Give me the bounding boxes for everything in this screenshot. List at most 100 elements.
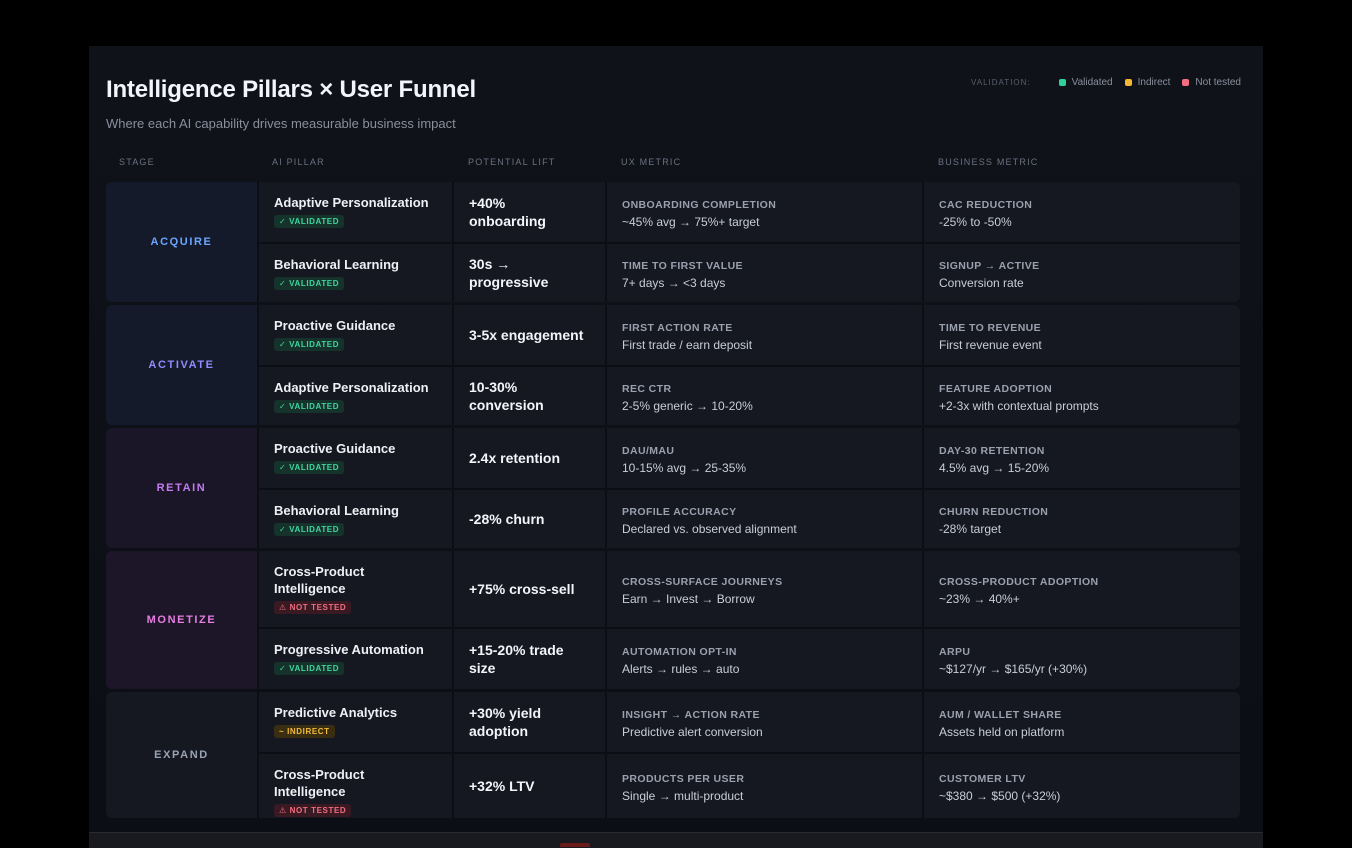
ux-metric-cell: ONBOARDING COMPLETION ~45% avg → 75%+ tar… bbox=[607, 182, 924, 242]
lift-cell: -28% churn bbox=[454, 490, 607, 548]
lift-cell: +32% LTV bbox=[454, 754, 607, 818]
table-row: Behavioral Learning ✓ VALIDATED -28% churn… bbox=[259, 490, 1240, 548]
ux-metric-cell: PRODUCTS PER USER Single → multi-product bbox=[607, 754, 924, 818]
stage-group-retain: RETAIN Proactive Guidance ✓ VALIDATED 2.4x … bbox=[106, 428, 1240, 548]
pillar-cell: Proactive Guidance ✓ VALIDATED bbox=[259, 428, 454, 488]
ux-metric-label: DAU/MAU bbox=[622, 445, 675, 457]
ux-metric-label: PROFILE ACCURACY bbox=[622, 506, 737, 518]
legend-text: Not tested bbox=[1195, 77, 1241, 88]
page-title: Intelligence Pillars × User Funnel bbox=[106, 76, 476, 103]
lift-cell: 10-30% conversion bbox=[454, 367, 607, 425]
not-tested-badge: ⚠ NOT TESTED bbox=[274, 601, 352, 614]
stage-group-monetize: MONETIZE Cross-Product Intelligence ⚠ NOT … bbox=[106, 551, 1240, 689]
potential-lift: +32% LTV bbox=[469, 778, 535, 794]
business-metric-cell: SIGNUP → ACTIVE Conversion rate bbox=[924, 244, 1240, 302]
table-row: Behavioral Learning ✓ VALIDATED 30s → prog… bbox=[259, 244, 1240, 302]
pillar-name: Progressive Automation bbox=[274, 642, 424, 657]
indirect-swatch-icon bbox=[1124, 79, 1132, 86]
lift-cell: 30s → progressive bbox=[454, 244, 607, 302]
ux-metric-value: Earn → Invest → Borrow bbox=[622, 592, 755, 606]
column-header-pillar: AI PILLAR bbox=[272, 157, 325, 167]
pillar-name: Cross-Product Intelligence bbox=[274, 564, 365, 596]
business-metric-value: Assets held on platform bbox=[939, 725, 1065, 739]
pillar-cell: Behavioral Learning ✓ VALIDATED bbox=[259, 490, 454, 548]
pillar-name: Adaptive Personalization bbox=[274, 380, 429, 395]
table-row: Predictive Analytics ~ INDIRECT +30% yield… bbox=[259, 692, 1240, 754]
stage-label: ACTIVATE bbox=[106, 305, 259, 425]
ux-metric-cell: AUTOMATION OPT-IN Alerts → rules → auto bbox=[607, 629, 924, 689]
validated-badge: ✓ VALIDATED bbox=[274, 277, 345, 290]
business-metric-value: 4.5% avg → 15-20% bbox=[939, 461, 1050, 475]
stage-label: ACQUIRE bbox=[106, 182, 259, 302]
stage-label: MONETIZE bbox=[106, 551, 259, 689]
ux-metric-cell: INSIGHT → ACTION RATE Predictive alert co… bbox=[607, 692, 924, 752]
pillar-cell: Predictive Analytics ~ INDIRECT bbox=[259, 692, 454, 752]
pillar-cell: Adaptive Personalization ✓ VALIDATED bbox=[259, 367, 454, 425]
business-metric-cell: CROSS-PRODUCT ADOPTION ~23% → 40%+ bbox=[924, 551, 1240, 627]
business-metric-value: ~$127/yr → $165/yr (+30%) bbox=[939, 662, 1088, 676]
ux-metric-value: Alerts → rules → auto bbox=[622, 662, 740, 676]
business-metric-value: +2-3x with contextual prompts bbox=[939, 399, 1099, 413]
ux-metric-label: CROSS-SURFACE JOURNEYS bbox=[622, 576, 783, 588]
potential-lift: 3-5x engagement bbox=[469, 327, 584, 343]
indirect-badge: ~ INDIRECT bbox=[274, 725, 335, 738]
ux-metric-label: AUTOMATION OPT-IN bbox=[622, 646, 737, 658]
potential-lift: +75% cross-sell bbox=[469, 581, 575, 597]
pillar-cell: Cross-Product Intelligence ⚠ NOT TESTED bbox=[259, 551, 454, 627]
page-subtitle: Where each AI capability drives measurab… bbox=[106, 116, 456, 131]
table-row: Proactive Guidance ✓ VALIDATED 2.4x retent… bbox=[259, 428, 1240, 490]
business-metric-label: SIGNUP → ACTIVE bbox=[939, 260, 1040, 272]
ux-metric-label: ONBOARDING COMPLETION bbox=[622, 199, 777, 211]
not-tested-swatch-icon bbox=[1182, 79, 1190, 86]
stage-group-acquire: ACQUIRE Adaptive Personalization ✓ VALIDAT… bbox=[106, 182, 1240, 302]
business-metric-value: -28% target bbox=[939, 522, 1002, 536]
pillar-cell: Behavioral Learning ✓ VALIDATED bbox=[259, 244, 454, 302]
ux-metric-cell: TIME TO FIRST VALUE 7+ days → <3 days bbox=[607, 244, 924, 302]
bottom-indicator bbox=[560, 843, 590, 847]
business-metric-label: DAY-30 RETENTION bbox=[939, 445, 1045, 457]
ux-metric-cell: CROSS-SURFACE JOURNEYS Earn → Invest → Bo… bbox=[607, 551, 924, 627]
validated-swatch-icon bbox=[1058, 79, 1066, 86]
validated-badge: ✓ VALIDATED bbox=[274, 400, 345, 413]
column-header-stage: STAGE bbox=[119, 157, 155, 167]
business-metric-cell: CAC REDUCTION -25% to -50% bbox=[924, 182, 1240, 242]
lift-cell: +40% onboarding bbox=[454, 182, 607, 242]
stage-group-activate: ACTIVATE Proactive Guidance ✓ VALIDATED 3-5… bbox=[106, 305, 1240, 425]
column-header-lift: POTENTIAL LIFT bbox=[468, 157, 556, 167]
business-metric-label: CAC REDUCTION bbox=[939, 199, 1033, 211]
potential-lift: +40% onboarding bbox=[469, 195, 546, 229]
validation-legend: VALIDATION: Validated Indirect Not teste… bbox=[971, 77, 1241, 88]
legend-label: VALIDATION: bbox=[971, 78, 1031, 87]
business-metric-label: CROSS-PRODUCT ADOPTION bbox=[939, 576, 1099, 588]
pillar-name: Behavioral Learning bbox=[274, 257, 399, 272]
lift-cell: 3-5x engagement bbox=[454, 305, 607, 365]
pillar-name: Adaptive Personalization bbox=[274, 195, 429, 210]
pillar-cell: Adaptive Personalization ✓ VALIDATED bbox=[259, 182, 454, 242]
pillar-cell: Proactive Guidance ✓ VALIDATED bbox=[259, 305, 454, 365]
legend-text: Validated bbox=[1071, 77, 1113, 88]
business-metric-value: ~$380 → $500 (+32%) bbox=[939, 789, 1061, 803]
pillar-cell: Cross-Product Intelligence ⚠ NOT TESTED bbox=[259, 754, 454, 818]
business-metric-label: CUSTOMER LTV bbox=[939, 773, 1026, 785]
business-metric-label: ARPU bbox=[939, 646, 971, 658]
validated-badge: ✓ VALIDATED bbox=[274, 338, 345, 351]
ux-metric-cell: DAU/MAU 10-15% avg → 25-35% bbox=[607, 428, 924, 488]
lift-cell: +30% yield adoption bbox=[454, 692, 607, 752]
ux-metric-value: Declared vs. observed alignment bbox=[622, 522, 797, 536]
pillar-name: Cross-Product Intelligence bbox=[274, 767, 365, 799]
pillar-name: Predictive Analytics bbox=[274, 705, 398, 720]
bottom-bar bbox=[89, 832, 1263, 848]
ux-metric-value: ~45% avg → 75%+ target bbox=[622, 215, 760, 229]
pillar-name: Proactive Guidance bbox=[274, 441, 396, 456]
business-metric-cell: ARPU ~$127/yr → $165/yr (+30%) bbox=[924, 629, 1240, 689]
table-row: Cross-Product Intelligence ⚠ NOT TESTED +7… bbox=[259, 551, 1240, 629]
business-metric-cell: AUM / WALLET SHARE Assets held on platfor… bbox=[924, 692, 1240, 752]
legend-text: Indirect bbox=[1137, 77, 1171, 88]
business-metric-label: FEATURE ADOPTION bbox=[939, 383, 1053, 395]
business-metric-cell: TIME TO REVENUE First revenue event bbox=[924, 305, 1240, 365]
business-metric-value: -25% to -50% bbox=[939, 215, 1012, 229]
ux-metric-value: 7+ days → <3 days bbox=[622, 276, 726, 290]
business-metric-label: AUM / WALLET SHARE bbox=[939, 709, 1062, 721]
ux-metric-cell: PROFILE ACCURACY Declared vs. observed al… bbox=[607, 490, 924, 548]
pillar-name: Proactive Guidance bbox=[274, 318, 396, 333]
